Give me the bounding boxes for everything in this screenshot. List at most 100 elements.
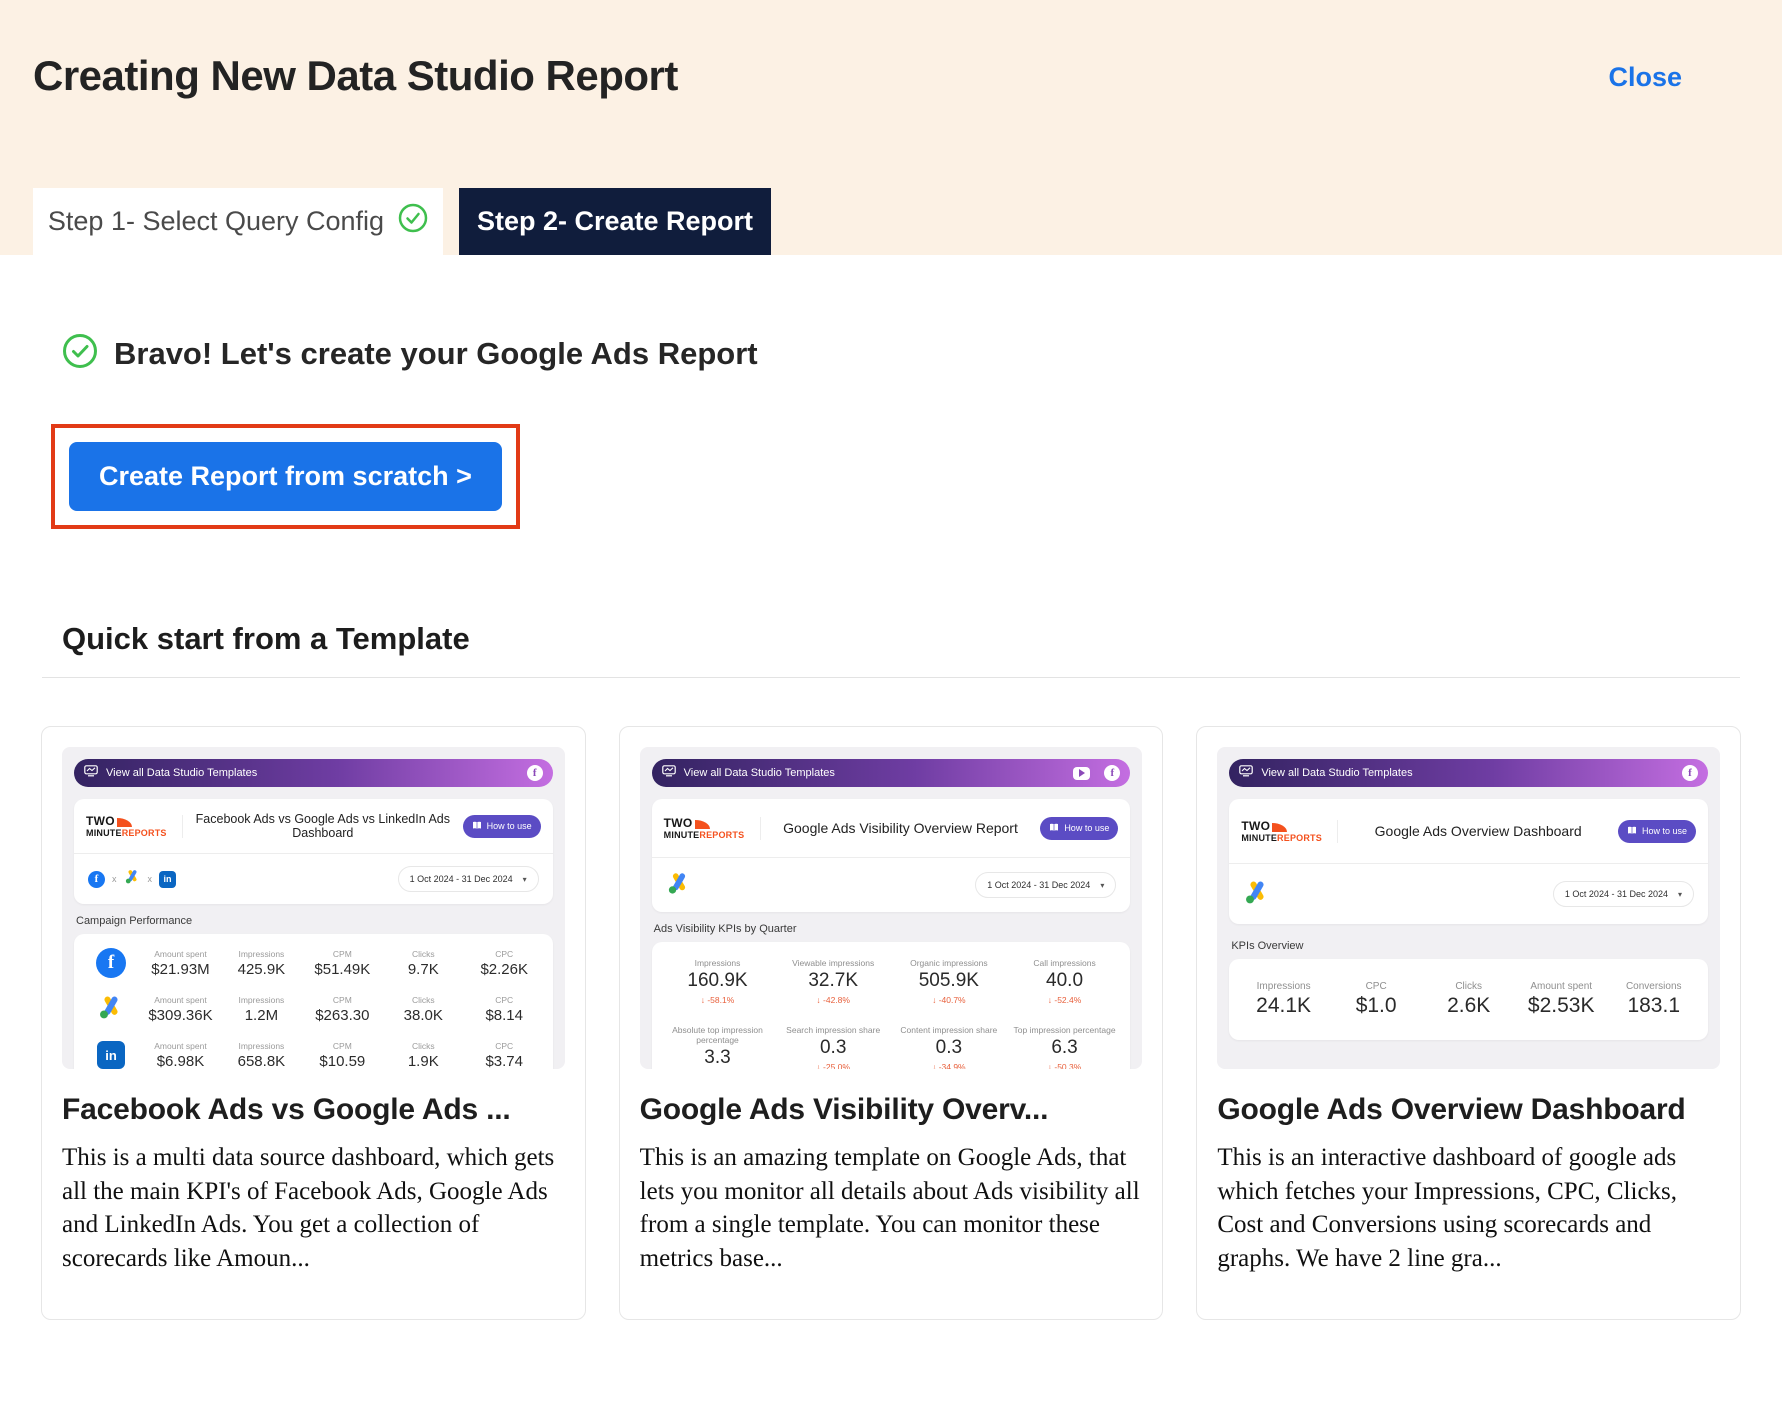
kpi-delta: ↓ -52.4% <box>1007 995 1123 1005</box>
how-to-use-button: How to use <box>463 815 541 838</box>
brand-bottom-orange: REPORTS <box>1277 833 1322 843</box>
book-icon <box>472 821 482 832</box>
kpi-label: Search impression share <box>775 1025 891 1035</box>
brand-top-text: TWO <box>1241 820 1270 832</box>
tab-step1-select-query-config[interactable]: Step 1- Select Query Config <box>33 188 443 255</box>
brand-bottom-orange: REPORTS <box>122 828 167 838</box>
preview-panel: TWO MINUTEREPORTS Google Ads Overview Da… <box>1229 799 1708 924</box>
preview-report-title: Google Ads Visibility Overview Report <box>761 820 1041 836</box>
metric-value: 425.9K <box>221 961 302 978</box>
kpi-value: 0.3 <box>775 1037 891 1059</box>
kpi-row: Absolute top impression percentage3.3↓ -… <box>660 1015 1123 1069</box>
kpi-delta: ↓ -34.9% <box>891 1062 1007 1069</box>
metric-label: CPC <box>464 1041 545 1051</box>
success-message: Bravo! Let's create your Google Ads Repo… <box>114 336 758 372</box>
chart-icon <box>84 764 98 782</box>
brand-wedge-icon <box>117 818 132 827</box>
metric-label: CPM <box>302 995 383 1005</box>
facebook-icon: f <box>1682 765 1698 781</box>
section-label: Campaign Performance <box>76 915 553 927</box>
kpi-label: CPC <box>1330 981 1423 992</box>
how-to-use-button: How to use <box>1618 820 1696 843</box>
how-to-use-label: How to use <box>1064 823 1109 833</box>
caret-down-icon: ▾ <box>523 875 527 884</box>
stats-panel: Impressions24.1K CPC$1.0 Clicks2.6K Amou… <box>1229 959 1708 1040</box>
caret-down-icon: ▾ <box>1100 881 1104 890</box>
date-range-pill: 1 Oct 2024 - 31 Dec 2024 ▾ <box>398 866 539 892</box>
kpi-value: 505.9K <box>891 970 1007 992</box>
google-ads-icon <box>124 868 141 890</box>
kpi-delta: ↓ -42.8% <box>775 995 891 1005</box>
metric-label: Amount spent <box>140 1041 221 1051</box>
google-ads-icon <box>1243 878 1271 911</box>
success-check-icon <box>62 333 98 374</box>
two-minute-reports-logo: TWO MINUTEREPORTS <box>1241 820 1338 843</box>
check-circle-icon <box>398 203 428 240</box>
metric-label: Impressions <box>221 949 302 959</box>
preview-panel: TWO MINUTEREPORTS Facebook Ads vs Google… <box>74 799 553 904</box>
metric-value: $3.74 <box>464 1053 545 1070</box>
card-title: Facebook Ads vs Google Ads ... <box>62 1093 565 1127</box>
kpi-value: 3.3 <box>660 1047 776 1069</box>
connector-icons: f x x in <box>88 868 176 890</box>
metric-value: 658.8K <box>221 1053 302 1070</box>
date-range-value: 1 Oct 2024 - 31 Dec 2024 <box>1565 889 1668 899</box>
kpi-label: Impressions <box>660 958 776 968</box>
metric-value: 1.2M <box>221 1007 302 1024</box>
metric-value: $51.49K <box>302 961 383 978</box>
kpi-delta: ↓ -50.3% <box>1007 1062 1123 1069</box>
brand-bottom-black: MINUTE <box>86 828 122 838</box>
youtube-icon <box>1073 767 1090 780</box>
tab-step1-label: Step 1- Select Query Config <box>48 206 384 237</box>
metric-value: $309.36K <box>140 1007 221 1024</box>
stats-row-google-ads: Amount spent $309.36K Impressions 1.2M CPM… <box>82 986 545 1032</box>
metric-label: Impressions <box>221 1041 302 1051</box>
kpi-label: Clicks <box>1422 981 1515 992</box>
preview-topbar-label: View all Data Studio Templates <box>1261 767 1412 779</box>
metric-label: Amount spent <box>140 949 221 959</box>
card-description: This is an interactive dashboard of goog… <box>1217 1141 1720 1275</box>
kpi-label: Content impression share <box>891 1025 1007 1035</box>
how-to-use-label: How to use <box>487 821 532 831</box>
how-to-use-button: How to use <box>1040 817 1118 840</box>
kpi-label: Viewable impressions <box>775 958 891 968</box>
date-range-value: 1 Oct 2024 - 31 Dec 2024 <box>987 880 1090 890</box>
template-card-google-ads-visibility[interactable]: View all Data Studio Templates f TWO MIN… <box>619 726 1164 1320</box>
metric-label: CPM <box>302 1041 383 1051</box>
facebook-icon: f <box>88 871 105 888</box>
kpi-label: Impressions <box>1237 981 1330 992</box>
date-range-pill: 1 Oct 2024 - 31 Dec 2024 ▾ <box>975 872 1116 898</box>
preview-topbar-label: View all Data Studio Templates <box>684 767 835 779</box>
template-card-google-ads-overview[interactable]: View all Data Studio Templates f TWO MIN… <box>1196 726 1741 1320</box>
brand-bottom-black: MINUTE <box>1241 833 1277 843</box>
google-ads-icon <box>97 993 125 1026</box>
preview-topbar: View all Data Studio Templates f <box>652 759 1131 787</box>
metric-value: 9.7K <box>383 961 464 978</box>
preview-topbar: View all Data Studio Templates f <box>1229 759 1708 787</box>
how-to-use-label: How to use <box>1642 826 1687 836</box>
kpi-label: Top impression percentage <box>1007 1025 1123 1035</box>
metric-value: $263.30 <box>302 1007 383 1024</box>
metric-value: $6.98K <box>140 1053 221 1070</box>
kpi-row: Impressions160.9K↓ -58.1% Viewable impre… <box>660 948 1123 1015</box>
metric-label: Impressions <box>221 995 302 1005</box>
close-link[interactable]: Close <box>1608 62 1682 93</box>
book-icon <box>1049 823 1059 834</box>
stats-row-facebook: f Amount spent$21.93M Impressions425.9K … <box>82 940 545 986</box>
template-preview: View all Data Studio Templates f TWO MIN… <box>1217 747 1720 1069</box>
template-preview: View all Data Studio Templates f TWO MIN… <box>62 747 565 1069</box>
kpi-value: 40.0 <box>1007 970 1123 992</box>
metric-label: Clicks <box>383 949 464 959</box>
metric-value: $2.26K <box>464 961 545 978</box>
chart-icon <box>662 764 676 782</box>
create-report-from-scratch-button[interactable]: Create Report from scratch > <box>69 442 502 511</box>
success-message-row: Bravo! Let's create your Google Ads Repo… <box>62 333 1782 374</box>
template-preview: View all Data Studio Templates f TWO MIN… <box>640 747 1143 1069</box>
date-range-value: 1 Oct 2024 - 31 Dec 2024 <box>410 874 513 884</box>
tab-step2-create-report[interactable]: Step 2- Create Report <box>459 188 771 255</box>
template-card-facebook-vs-google-vs-linkedin[interactable]: View all Data Studio Templates f TWO MIN… <box>41 726 586 1320</box>
facebook-icon: f <box>1104 765 1120 781</box>
stats-row-linkedin: in Amount spent$6.98K Impressions658.8K … <box>82 1032 545 1069</box>
metric-label: Amount spent <box>140 995 221 1005</box>
metric-value: $10.59 <box>302 1053 383 1070</box>
